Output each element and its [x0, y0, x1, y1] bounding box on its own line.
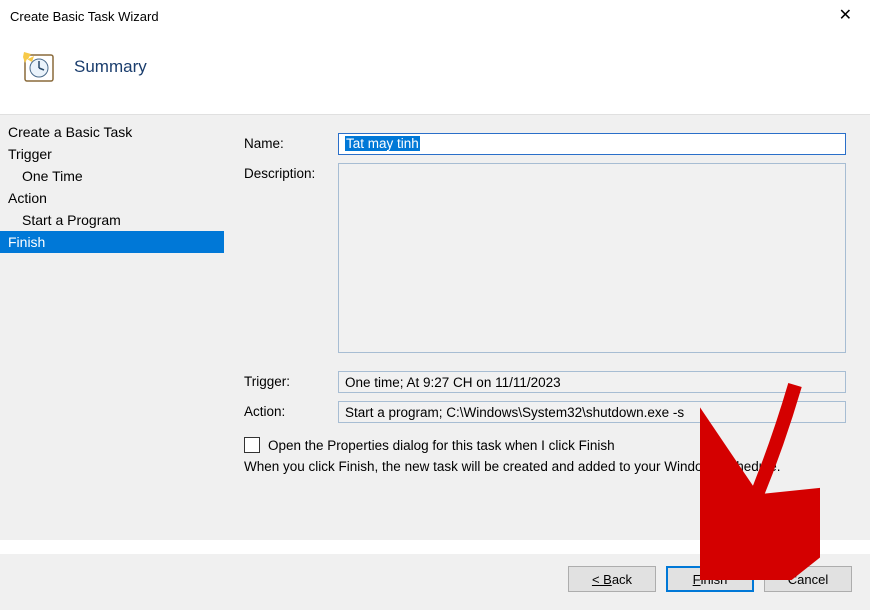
sidebar-item-finish[interactable]: Finish	[0, 231, 224, 253]
description-input[interactable]	[338, 163, 846, 353]
page-title: Summary	[74, 57, 147, 77]
finish-hint: When you click Finish, the new task will…	[244, 459, 846, 474]
sidebar-item-trigger[interactable]: Trigger	[0, 143, 224, 165]
name-label: Name:	[244, 133, 338, 151]
clock-icon	[22, 50, 56, 84]
wizard-header: Summary	[0, 32, 870, 114]
sidebar-item-start-a-program[interactable]: Start a Program	[0, 209, 224, 231]
action-value: Start a program; C:\Windows\System32\shu…	[338, 401, 846, 423]
sidebar-item-create-basic-task[interactable]: Create a Basic Task	[0, 121, 224, 143]
open-properties-checkbox[interactable]	[244, 437, 260, 453]
close-icon[interactable]: ✕	[833, 6, 858, 26]
name-input[interactable]: Tat may tinh	[338, 133, 846, 155]
window-title: Create Basic Task Wizard	[10, 9, 159, 24]
action-label: Action:	[244, 401, 338, 419]
finish-button[interactable]: Finish	[666, 566, 754, 592]
trigger-value: One time; At 9:27 CH on 11/11/2023	[338, 371, 846, 393]
wizard-steps-sidebar: Create a Basic Task Trigger One Time Act…	[0, 115, 224, 540]
sidebar-item-action[interactable]: Action	[0, 187, 224, 209]
cancel-button[interactable]: Cancel	[764, 566, 852, 592]
open-properties-label: Open the Properties dialog for this task…	[268, 438, 615, 453]
sidebar-item-one-time[interactable]: One Time	[0, 165, 224, 187]
trigger-label: Trigger:	[244, 371, 338, 389]
description-label: Description:	[244, 163, 338, 181]
back-button[interactable]: < Back	[568, 566, 656, 592]
